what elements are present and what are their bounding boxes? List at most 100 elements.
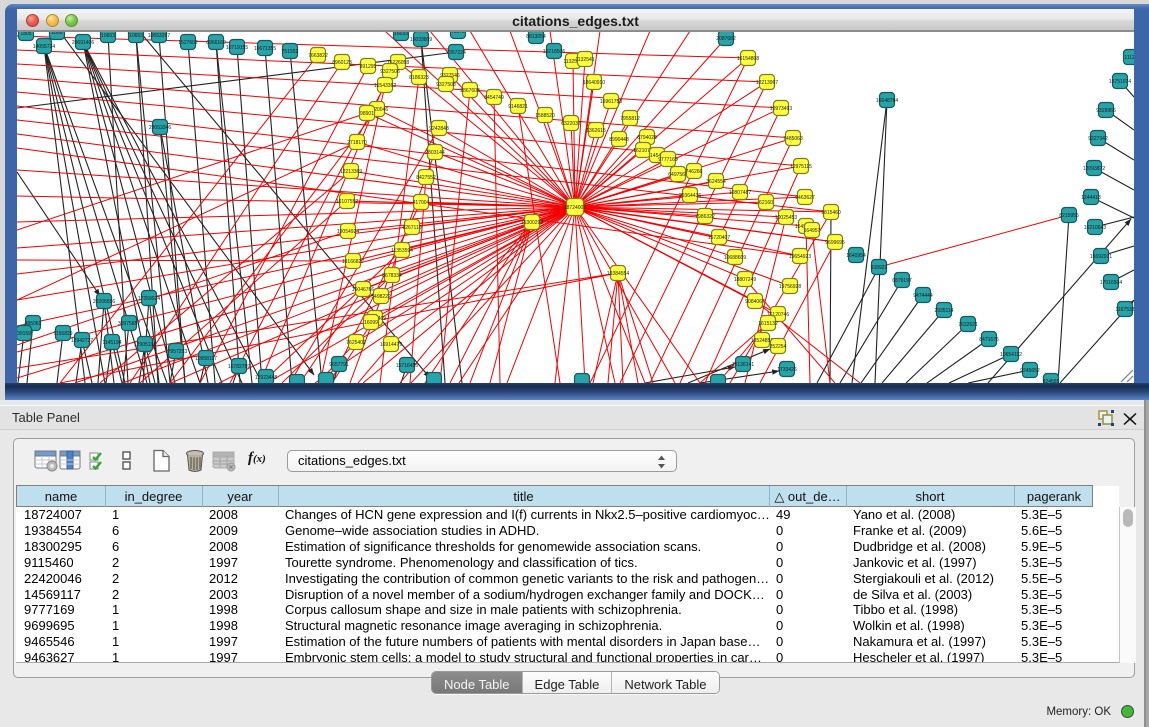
svg-text:8427552: 8427552 — [416, 175, 436, 181]
svg-text:15300293: 15300293 — [521, 220, 543, 226]
svg-text:16033809: 16033809 — [410, 37, 432, 43]
svg-text:18724007: 18724007 — [564, 205, 586, 211]
svg-text:10025453: 10025453 — [775, 215, 797, 221]
svg-text:15751074: 15751074 — [1109, 79, 1131, 85]
svg-text:12093872: 12093872 — [1083, 166, 1105, 172]
svg-text:39159: 39159 — [17, 331, 31, 337]
svg-text:9815460: 9815460 — [821, 210, 841, 216]
svg-text:98901: 98901 — [360, 111, 374, 117]
svg-text:16543362: 16543362 — [374, 83, 396, 89]
svg-text:8471676: 8471676 — [979, 337, 999, 343]
svg-text:2718170: 2718170 — [347, 140, 367, 146]
svg-text:19654923: 19654923 — [789, 254, 811, 260]
svg-text:1615132: 1615132 — [758, 321, 778, 327]
svg-text:9084067: 9084067 — [745, 299, 765, 305]
svg-text:7485063: 7485063 — [783, 136, 803, 142]
svg-text:29053346: 29053346 — [149, 125, 171, 131]
svg-text:16914479: 16914479 — [380, 342, 402, 348]
svg-text:1132541: 1132541 — [575, 57, 594, 63]
svg-text:11123: 11123 — [1124, 55, 1134, 61]
svg-text:73572: 73572 — [451, 32, 465, 35]
svg-text:12923448: 12923448 — [255, 375, 277, 381]
svg-text:10654112: 10654112 — [1000, 352, 1022, 358]
svg-text:1244413: 1244413 — [1081, 195, 1101, 201]
svg-text:7625402: 7625402 — [346, 340, 366, 346]
svg-text:1167533: 1167533 — [1115, 307, 1134, 313]
svg-text:16671355: 16671355 — [254, 46, 276, 52]
svg-text:17359924: 17359924 — [138, 296, 160, 302]
svg-text:16648784: 16648784 — [876, 98, 898, 104]
svg-text:252254: 252254 — [770, 344, 787, 350]
svg-text:10719155: 10719155 — [226, 45, 248, 51]
svg-text:8186323: 8186323 — [409, 75, 429, 81]
svg-text:9227342: 9227342 — [1088, 136, 1108, 142]
svg-text:9146821: 9146821 — [508, 104, 528, 110]
svg-text:746266: 746266 — [686, 169, 703, 175]
svg-text:7986322: 7986322 — [695, 214, 715, 220]
svg-text:9327506: 9327506 — [380, 69, 400, 75]
svg-text:16154808: 16154808 — [737, 56, 759, 62]
svg-text:2803144: 2803144 — [425, 150, 445, 156]
svg-text:8215955: 8215955 — [1059, 213, 1079, 219]
svg-text:20364436: 20364436 — [679, 193, 701, 199]
svg-text:14055724: 14055724 — [33, 44, 55, 50]
svg-text:938923: 938923 — [871, 265, 888, 271]
svg-text:19756928: 19756928 — [779, 284, 801, 290]
svg-text:10958117: 10958117 — [195, 356, 217, 362]
svg-text:7632621: 7632621 — [958, 322, 978, 328]
svg-text:2867608: 2867608 — [460, 88, 480, 94]
svg-text:12213967: 12213967 — [756, 80, 778, 86]
svg-text:8267110: 8267110 — [402, 225, 421, 231]
svg-text:62160: 62160 — [759, 200, 773, 206]
svg-text:9699695: 9699695 — [825, 240, 845, 246]
svg-text:1805: 1805 — [20, 32, 31, 37]
svg-text:20691406: 20691406 — [72, 40, 94, 46]
svg-text:5498222: 5498222 — [371, 294, 391, 300]
svg-text:30975857: 30975857 — [118, 321, 140, 327]
svg-text:2069: 2069 — [51, 32, 62, 36]
svg-text:16107552: 16107552 — [336, 199, 358, 205]
svg-text:20206556: 20206556 — [93, 299, 115, 305]
svg-text:1145194: 1145194 — [102, 340, 121, 346]
svg-text:12975115: 12975115 — [790, 164, 812, 170]
svg-text:8813054: 8813054 — [526, 34, 546, 40]
svg-text:15136141: 15136141 — [732, 362, 754, 368]
svg-text:6794028: 6794028 — [637, 135, 657, 141]
svg-text:6322037: 6322037 — [561, 121, 581, 127]
svg-text:17957253: 17957253 — [165, 349, 187, 355]
svg-text:15716485: 15716485 — [396, 363, 418, 369]
svg-text:9657791: 9657791 — [329, 362, 349, 368]
svg-text:16099: 16099 — [364, 320, 378, 326]
svg-text:10688609: 10688609 — [724, 255, 746, 261]
svg-text:16782759: 16782759 — [228, 364, 250, 370]
svg-text:10973493: 10973493 — [770, 106, 792, 112]
svg-text:12942737: 12942737 — [71, 338, 93, 344]
svg-text:9474444: 9474444 — [913, 293, 933, 299]
svg-text:10653: 10653 — [129, 33, 143, 39]
svg-text:9245652: 9245652 — [1020, 368, 1040, 374]
svg-text:15720407: 15720407 — [708, 235, 730, 241]
svg-text:7663822: 7663822 — [308, 53, 328, 59]
svg-text:1156829: 1156829 — [53, 331, 72, 337]
svg-text:9777169: 9777169 — [658, 157, 678, 163]
svg-text:9463627: 9463627 — [795, 195, 815, 201]
svg-text:18640910: 18640910 — [583, 80, 605, 86]
svg-text:164957: 164957 — [804, 228, 821, 234]
svg-text:12905135: 12905135 — [134, 342, 156, 348]
svg-text:8454749: 8454749 — [484, 95, 504, 101]
svg-text:19166827: 19166827 — [342, 259, 364, 265]
svg-text:10807487: 10807487 — [729, 190, 751, 196]
svg-text:11353594: 11353594 — [391, 248, 413, 254]
svg-text:8990448: 8990448 — [609, 137, 629, 143]
svg-text:1527602: 1527602 — [178, 40, 198, 46]
svg-text:6966160: 6966160 — [206, 40, 226, 46]
svg-text:8960123: 8960123 — [332, 60, 352, 66]
svg-text:10653: 10653 — [101, 33, 115, 39]
svg-text:9327508: 9327508 — [436, 82, 456, 88]
svg-text:7357224: 7357224 — [446, 50, 466, 56]
svg-text:9242848: 9242848 — [429, 126, 449, 132]
svg-text:1733426: 1733426 — [777, 367, 797, 373]
svg-text:1362615: 1362615 — [586, 128, 606, 134]
svg-text:9329966: 9329966 — [1096, 108, 1116, 114]
svg-text:15692971: 15692971 — [1090, 254, 1112, 260]
